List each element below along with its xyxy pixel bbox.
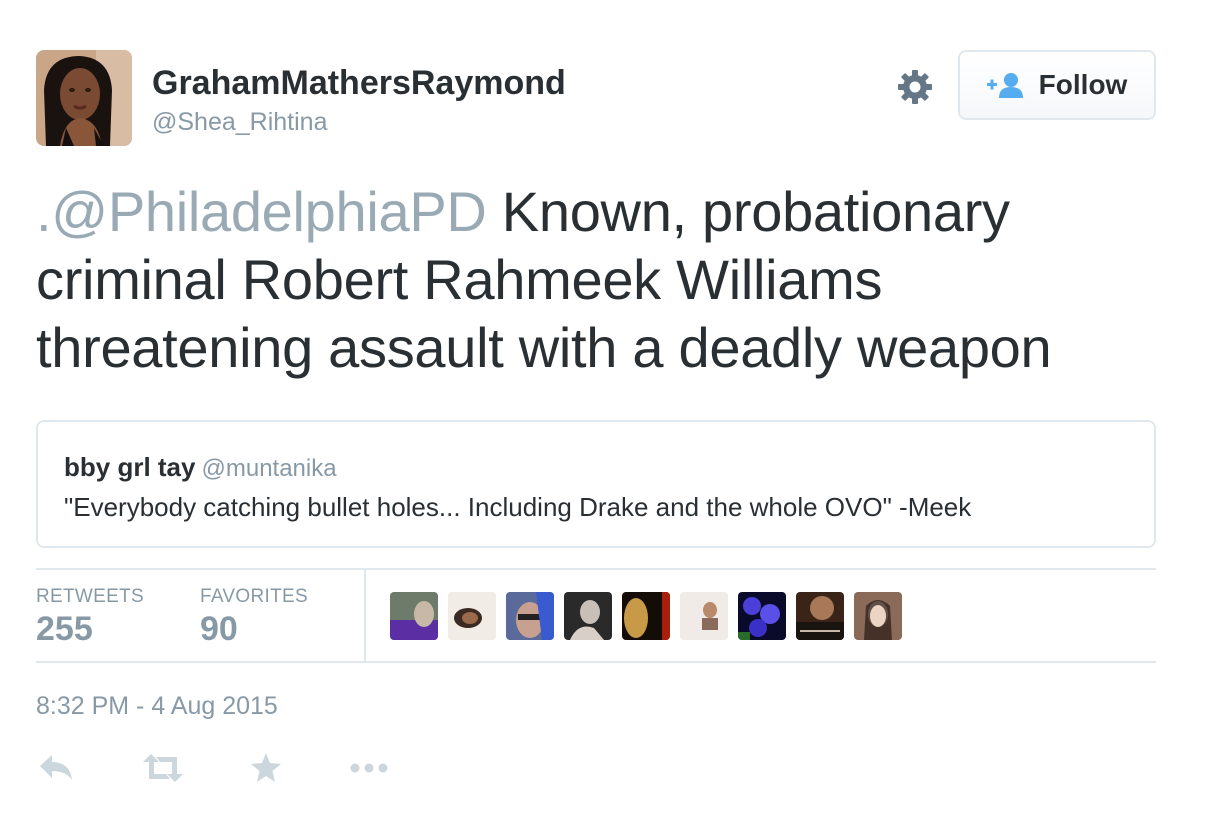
author-avatar[interactable] <box>36 50 132 146</box>
retweets-count[interactable]: 255 <box>36 610 93 649</box>
favoriter-avatar[interactable] <box>796 592 844 640</box>
tweet-mention-link[interactable]: @PhiladelphiaPD <box>51 180 487 243</box>
stats-divider-vertical <box>364 570 366 661</box>
tweet-text: .@PhiladelphiaPD Known, probationary cri… <box>36 178 1166 382</box>
favoriter-avatar[interactable] <box>564 592 612 640</box>
quoted-tweet-name: bby grl tay <box>64 452 196 482</box>
favoriter-avatar[interactable] <box>506 592 554 640</box>
gear-icon[interactable] <box>896 68 934 106</box>
favoriter-avatar[interactable] <box>854 592 902 640</box>
reply-icon[interactable] <box>38 752 74 789</box>
retweets-label[interactable]: RETWEETS <box>36 586 144 608</box>
quoted-tweet[interactable]: bby grl tay @muntanika "Everybody catchin… <box>36 420 1156 548</box>
favorites-count[interactable]: 90 <box>200 610 238 649</box>
quoted-tweet-handle: @muntanika <box>201 455 337 482</box>
tweet-timestamp[interactable]: 8:32 PM - 4 Aug 2015 <box>36 692 278 721</box>
author-username[interactable]: @Shea_Rihtina <box>152 108 328 137</box>
quoted-tweet-text: "Everybody catching bullet holes... Incl… <box>64 492 972 522</box>
author-display-name[interactable]: GrahamMathersRaymond <box>152 64 566 103</box>
tweet-prefix: . <box>36 180 52 243</box>
add-user-icon <box>986 73 1023 98</box>
follow-label: Follow <box>1038 69 1128 100</box>
favorites-label[interactable]: FAVORITES <box>200 586 308 608</box>
retweet-icon[interactable] <box>142 752 184 789</box>
favoriter-avatar[interactable] <box>738 592 786 640</box>
follow-button[interactable]: Follow <box>958 50 1156 120</box>
quoted-tweet-header: bby grl tay @muntanika <box>64 452 337 483</box>
favoriter-avatar[interactable] <box>390 592 438 640</box>
stats-divider-top <box>36 568 1156 570</box>
favorite-icon[interactable] <box>250 752 282 789</box>
stats-divider-bottom <box>36 661 1156 663</box>
more-icon[interactable] <box>348 752 390 789</box>
favoriter-avatar[interactable] <box>622 592 670 640</box>
favoriter-avatar[interactable] <box>448 592 496 640</box>
favoriter-avatar[interactable] <box>680 592 728 640</box>
